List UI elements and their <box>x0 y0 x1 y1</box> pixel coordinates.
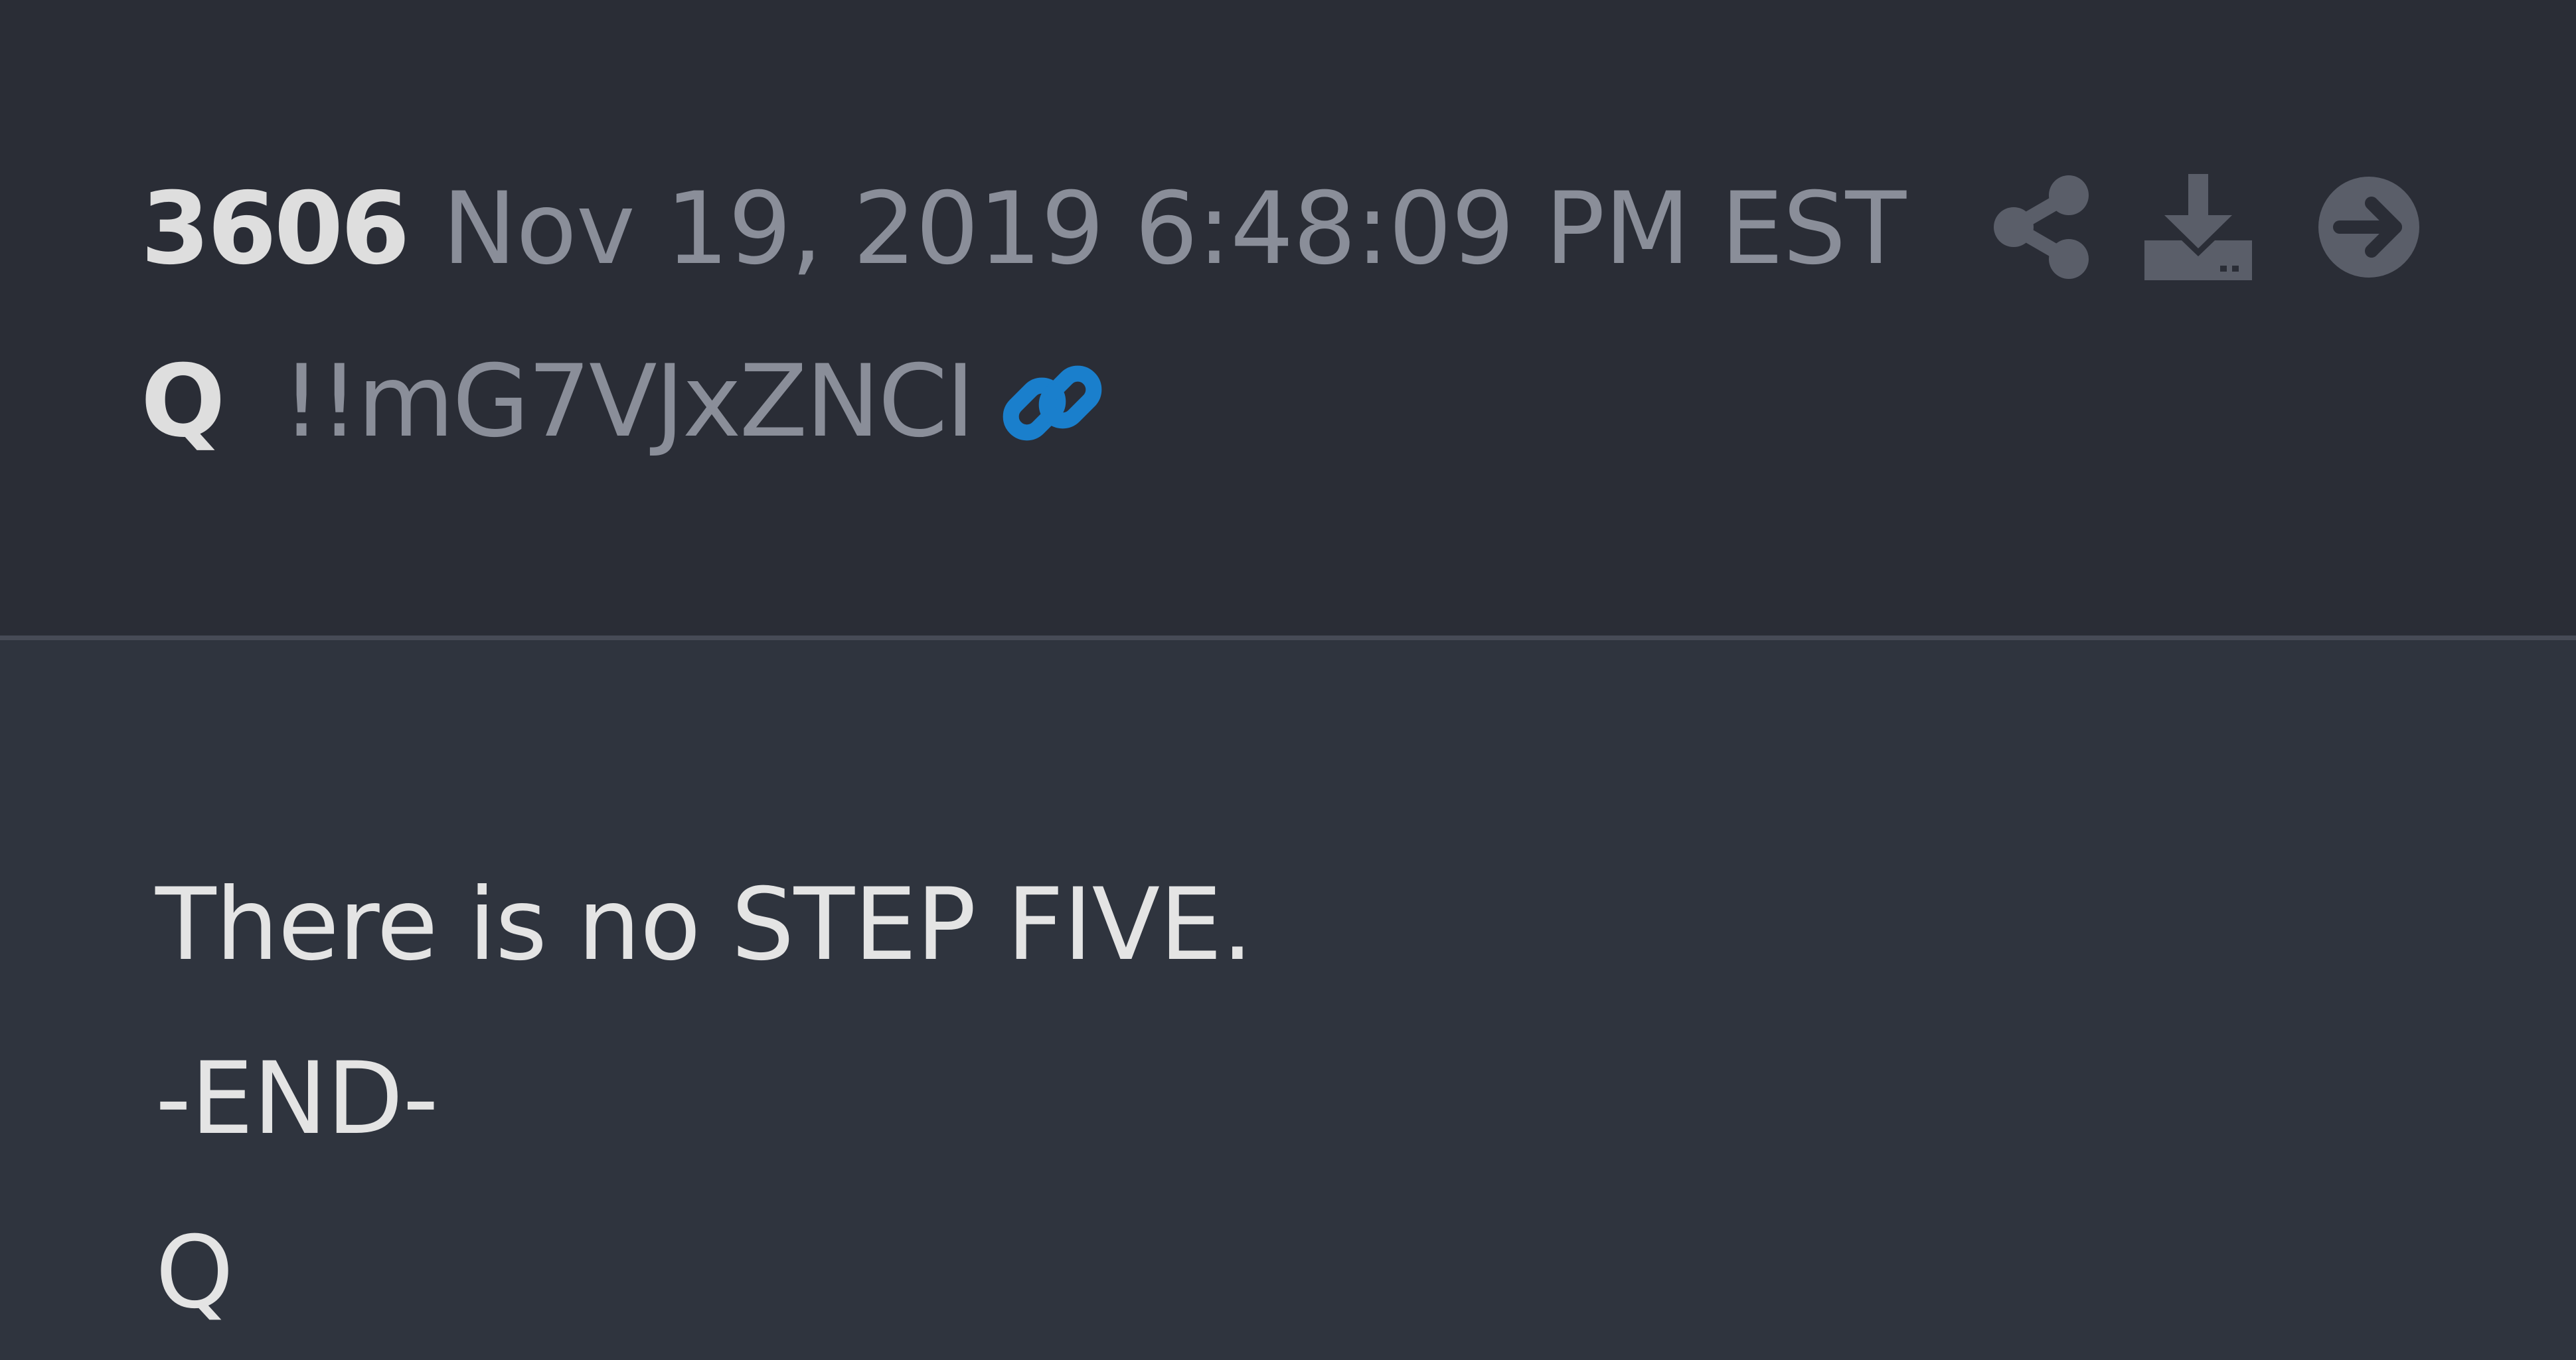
message-line: There is no STEP FIVE. <box>155 867 1253 983</box>
message-line: Q <box>155 1215 234 1331</box>
post-header: 3606 Nov 19, 2019 6:48:09 PM EST Q !!mG7… <box>0 0 2576 636</box>
post-tripcode: !!mG7VJxZNCI <box>282 344 975 460</box>
post-author: Q <box>141 344 226 460</box>
arrow-right-circle-icon[interactable] <box>2317 174 2421 280</box>
message-line: -END- <box>155 1041 439 1157</box>
download-icon[interactable] <box>2144 174 2252 280</box>
post-number[interactable]: 3606 <box>141 173 410 286</box>
post-timestamp: Nov 19, 2019 6:48:09 PM EST <box>442 171 1906 287</box>
header-divider <box>0 636 2576 640</box>
link-icon[interactable] <box>996 347 1109 460</box>
share-icon[interactable] <box>1990 174 2090 280</box>
post-message: There is no STEP FIVE. -END- Q <box>155 838 1253 1360</box>
